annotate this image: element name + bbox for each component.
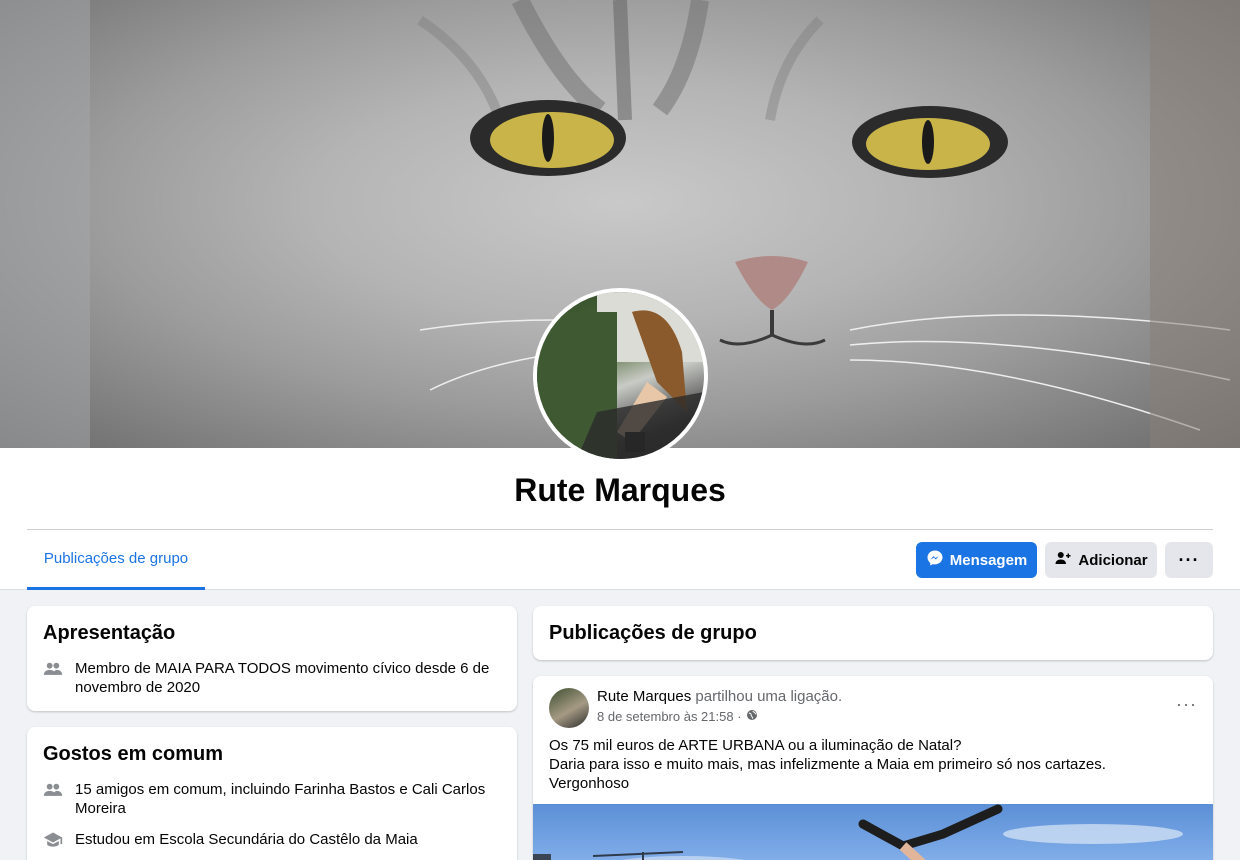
add-friend-button[interactable]: Adicionar [1045,542,1157,578]
intro-title: Apresentação [43,622,176,644]
add-friend-button-label: Adicionar [1078,551,1148,569]
mutual-friends-text: 15 amigos em comum, incluindo Farinha Ba… [75,780,501,818]
post-author-name[interactable]: Rute Marques [597,688,691,705]
intro-card: Apresentação Membro de MAIA PARA TODOS m… [27,606,517,711]
post-author-avatar[interactable] [549,688,589,728]
membership-text: Membro de MAIA PARA TODOS movimento cívi… [75,659,501,697]
post-date[interactable]: 8 de setembro às 21:58 · [597,709,742,724]
tab-group-posts[interactable]: Publicações de grupo [27,530,205,590]
avatar-illustration [537,292,704,459]
more-options-button[interactable]: ··· [1165,542,1213,578]
education-text: Estudou em Escola Secundária do Castêlo … [75,830,418,849]
mutual-friends-prefix: 15 amigos em comum, incluindo [75,781,295,798]
mutual-friends-and: e [395,781,412,798]
post-card: Rute Marques partilhou uma ligação. 8 de… [533,676,1213,860]
post-image-illustration [533,804,1183,860]
profile-name: Rute Marques [514,472,726,508]
graduation-cap-icon [43,830,63,850]
post-link-image[interactable] [533,804,1213,860]
group-posts-card: Publicações de grupo [533,606,1213,660]
messenger-icon [926,549,944,571]
membership-row: Membro de MAIA PARA TODOS movimento cívi… [43,659,501,697]
post-header: Rute Marques partilhou uma ligação. [597,688,842,705]
post-action: partilhou uma ligação. [691,688,843,705]
post-text-line-1: Os 75 mil euros de ARTE URBANA ou a ilum… [549,737,962,754]
group-icon [43,659,63,679]
school-link[interactable]: Escola Secundária do Castêlo da Maia [159,831,418,848]
group-link[interactable]: MAIA PARA TODOS movimento cívico [155,660,411,677]
globe-icon [746,709,758,724]
group-icon [43,780,63,800]
common-likes-card: Gostos em comum 15 amigos em comum, incl… [27,727,517,860]
membership-prefix: Membro de [75,660,156,677]
common-likes-title: Gostos em comum [43,743,224,765]
post-more-button[interactable]: ··· [1176,694,1197,715]
post-text: Os 75 mil euros de ARTE URBANA ou a ilum… [549,736,1189,793]
mutual-friends-row: 15 amigos em comum, incluindo Farinha Ba… [43,780,501,818]
add-friend-icon [1054,549,1072,571]
message-button-label: Mensagem [949,551,1028,569]
education-row: Estudou em Escola Secundária do Castêlo … [43,830,501,850]
post-meta: 8 de setembro às 21:58 · [597,709,758,724]
profile-avatar[interactable] [533,288,708,463]
post-text-line-3: Vergonhoso [549,775,630,792]
post-text-line-2: Daria para isso e muito mais, mas infeli… [549,756,1106,773]
message-button[interactable]: Mensagem [916,542,1037,578]
education-prefix: Estudou em [75,831,160,848]
group-posts-title: Publicações de grupo [549,622,757,644]
friend-link-1[interactable]: Farinha Bastos [294,781,395,798]
